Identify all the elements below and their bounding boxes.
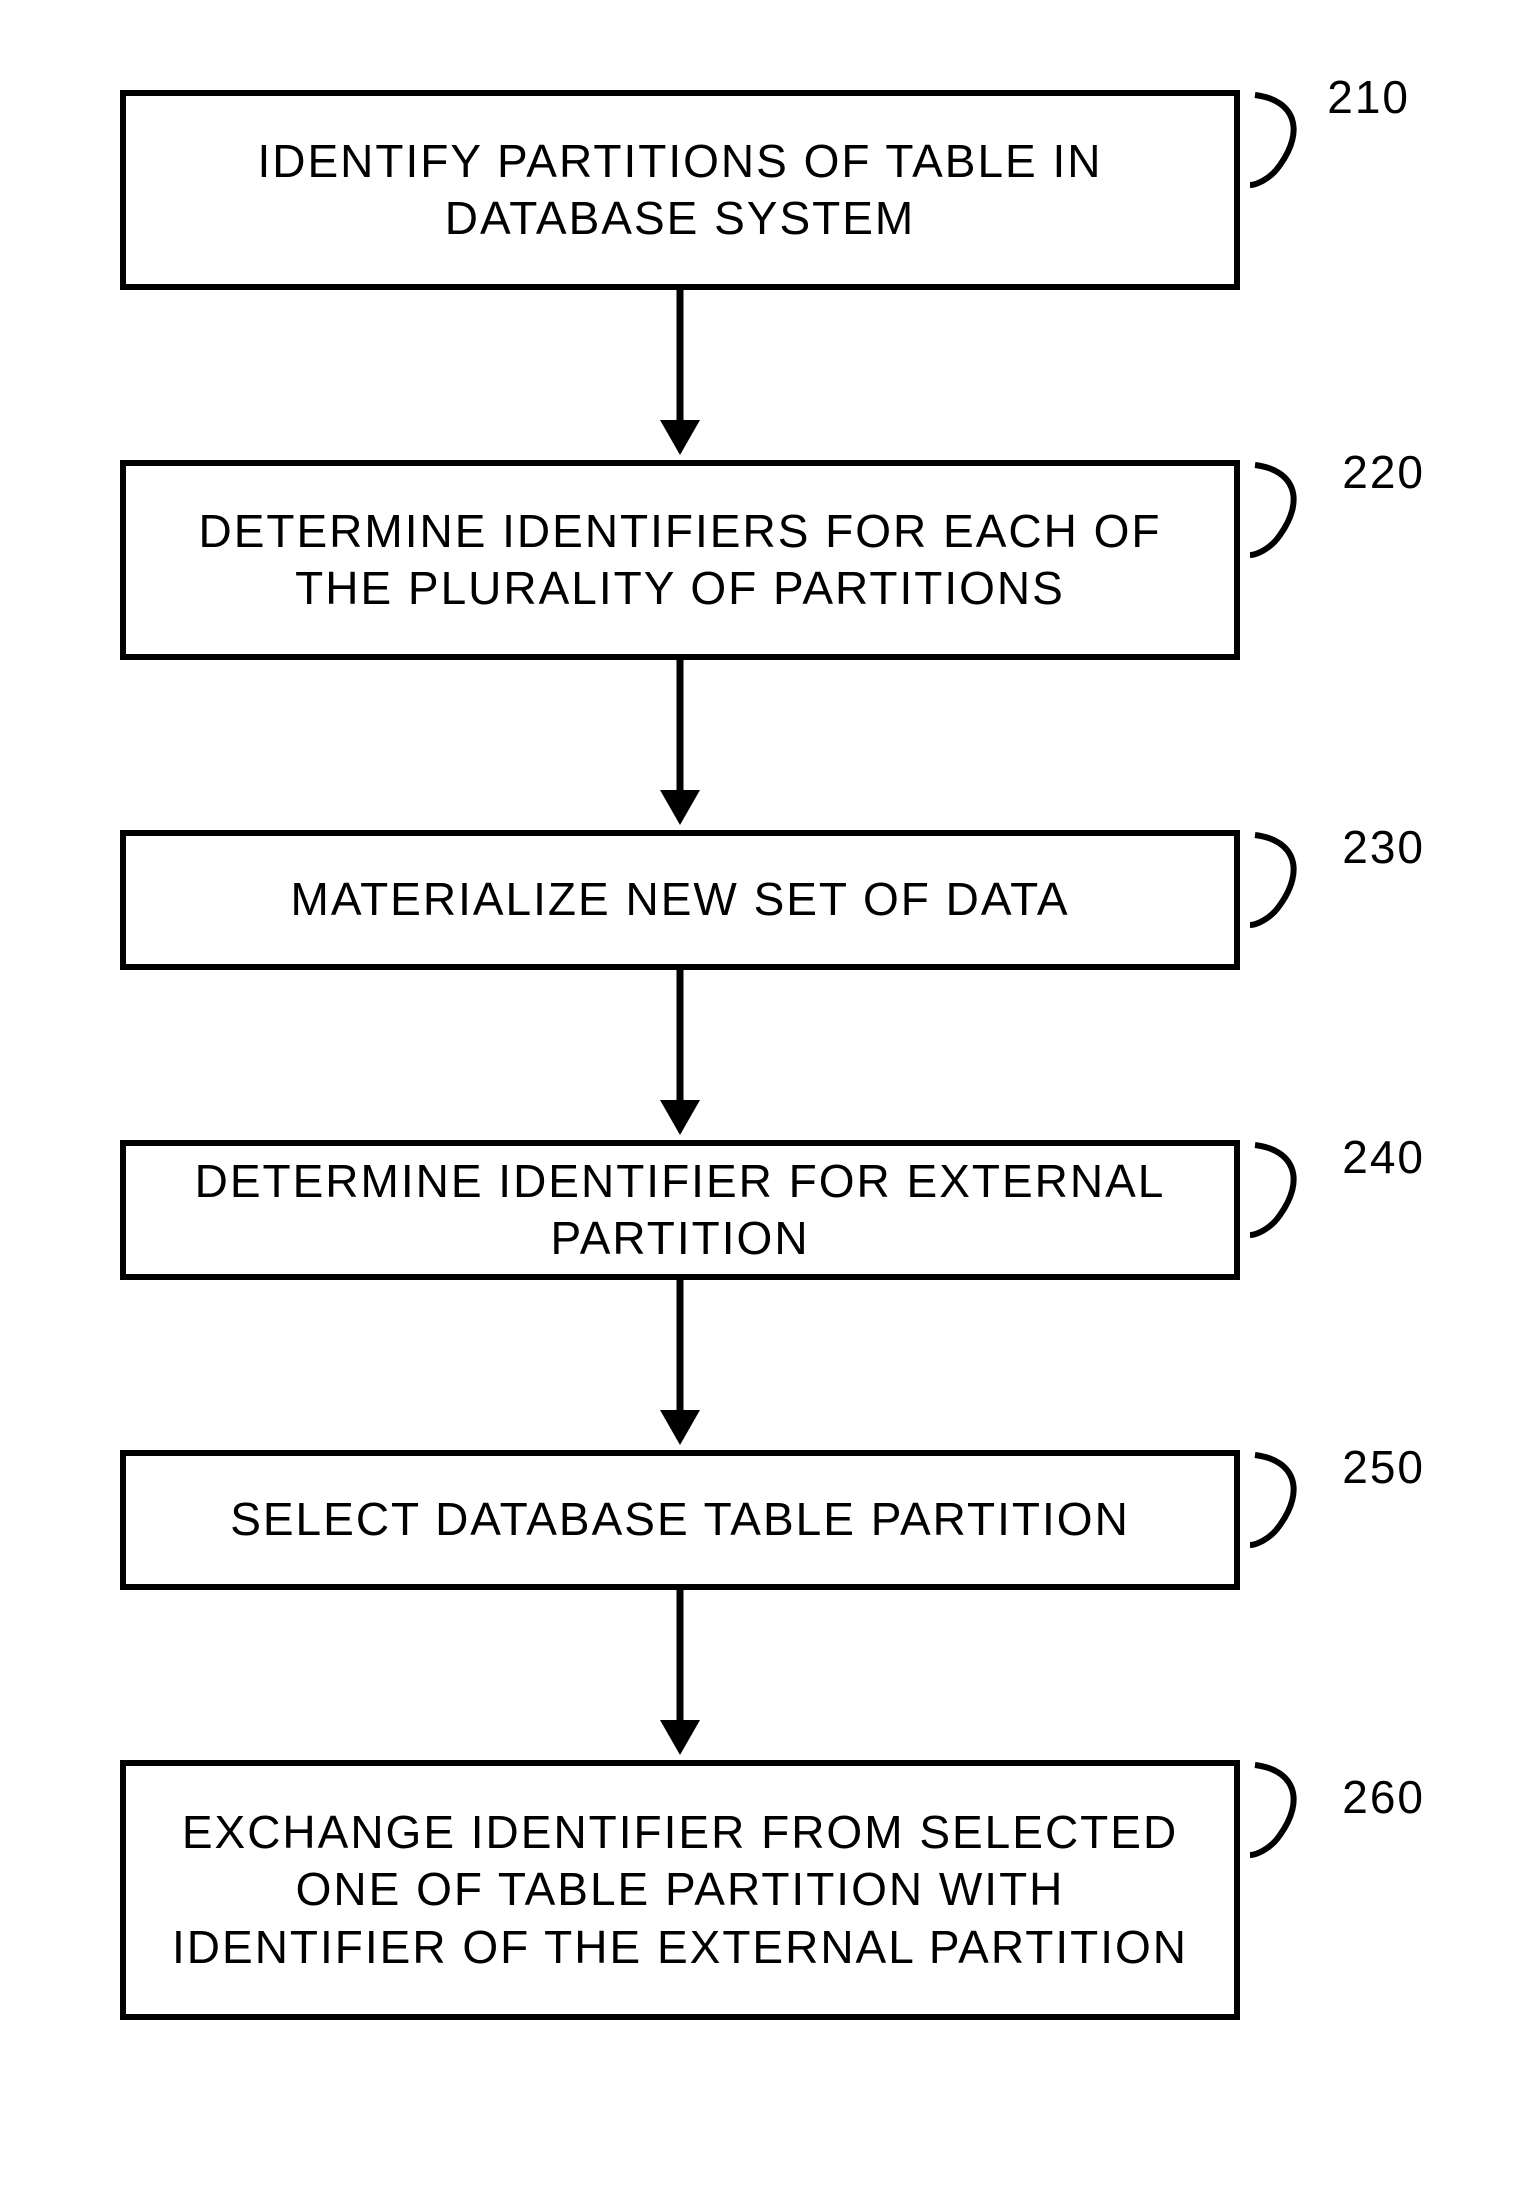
flow-box-text: DETERMINE IDENTIFIERS FOR EACH OF THE PL…	[166, 503, 1194, 618]
flow-step-210: IDENTIFY PARTITIONS OF TABLE IN DATABASE…	[120, 90, 1400, 290]
flow-step-250: SELECT DATABASE TABLE PARTITION 250	[120, 1450, 1400, 1590]
brace-icon	[1250, 1450, 1320, 1550]
flow-arrow	[120, 290, 1240, 460]
brace-icon	[1250, 830, 1320, 930]
reference-number: 250	[1342, 1440, 1425, 1494]
flow-box-text: IDENTIFY PARTITIONS OF TABLE IN DATABASE…	[166, 133, 1194, 248]
brace-icon	[1250, 90, 1320, 190]
flow-box-text: EXCHANGE IDENTIFIER FROM SELECTED ONE OF…	[166, 1804, 1194, 1977]
flow-arrow	[120, 1280, 1240, 1450]
flow-arrow	[120, 660, 1240, 830]
flow-box: IDENTIFY PARTITIONS OF TABLE IN DATABASE…	[120, 90, 1240, 290]
flow-box-text: MATERIALIZE NEW SET OF DATA	[291, 871, 1070, 929]
reference-number: 220	[1342, 445, 1425, 499]
flow-step-230: MATERIALIZE NEW SET OF DATA 230	[120, 830, 1400, 970]
reference-number: 260	[1342, 1770, 1425, 1824]
flow-box: SELECT DATABASE TABLE PARTITION	[120, 1450, 1240, 1590]
reference-number: 210	[1327, 70, 1410, 124]
flow-box: MATERIALIZE NEW SET OF DATA	[120, 830, 1240, 970]
flow-box: EXCHANGE IDENTIFIER FROM SELECTED ONE OF…	[120, 1760, 1240, 2020]
flow-box: DETERMINE IDENTIFIERS FOR EACH OF THE PL…	[120, 460, 1240, 660]
flow-arrow	[120, 1590, 1240, 1760]
reference-number: 230	[1342, 820, 1425, 874]
brace-icon	[1250, 1140, 1320, 1240]
flow-box-text: DETERMINE IDENTIFIER FOR EXTERNAL PARTIT…	[166, 1153, 1194, 1268]
flow-step-220: DETERMINE IDENTIFIERS FOR EACH OF THE PL…	[120, 460, 1400, 660]
flow-box-text: SELECT DATABASE TABLE PARTITION	[230, 1491, 1130, 1549]
brace-icon	[1250, 460, 1320, 560]
flowchart-container: IDENTIFY PARTITIONS OF TABLE IN DATABASE…	[120, 90, 1400, 2020]
brace-icon	[1250, 1760, 1320, 1860]
flow-box: DETERMINE IDENTIFIER FOR EXTERNAL PARTIT…	[120, 1140, 1240, 1280]
flow-step-260: EXCHANGE IDENTIFIER FROM SELECTED ONE OF…	[120, 1760, 1400, 2020]
flow-step-240: DETERMINE IDENTIFIER FOR EXTERNAL PARTIT…	[120, 1140, 1400, 1280]
reference-number: 240	[1342, 1130, 1425, 1184]
flow-arrow	[120, 970, 1240, 1140]
